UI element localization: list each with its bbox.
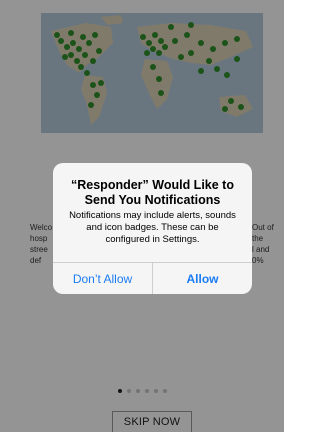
dont-allow-button[interactable]: Don’t Allow (53, 263, 152, 294)
alert-title: “Responder” Would Like to Send You Notif… (71, 178, 234, 207)
alert-message: Notifications may include alerts, sounds… (69, 210, 236, 245)
allow-button[interactable]: Allow (153, 263, 252, 294)
onboarding-screen: Welco hosp stree def Out of the l and 0%… (0, 0, 284, 432)
notification-permission-alert: “Responder” Would Like to Send You Notif… (53, 163, 252, 294)
